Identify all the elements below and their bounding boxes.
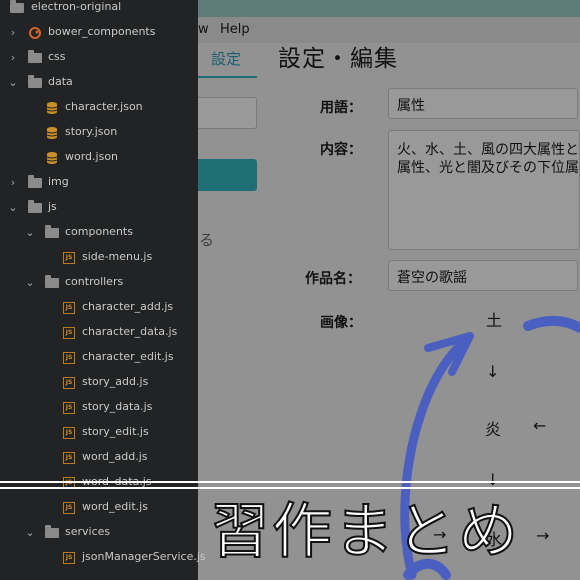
chevron-right-icon: ›: [10, 51, 16, 64]
tree-row-side-menu-js[interactable]: JS side-menu.js: [0, 246, 198, 271]
database-icon: [46, 152, 58, 164]
tree-row-story-json[interactable]: story.json: [0, 121, 198, 146]
tree-label: components: [65, 225, 133, 238]
tree-label: story.json: [65, 125, 118, 138]
js-file-icon: JS: [63, 427, 75, 439]
database-icon: [46, 102, 58, 114]
tree-label: img: [48, 175, 69, 188]
tree-label: story_add.js: [82, 375, 149, 388]
file-tree-sidebar: electron-original › bower_components › c…: [0, 0, 206, 580]
folder-open-icon: [45, 225, 59, 238]
tree-row-character-json[interactable]: character.json: [0, 96, 198, 121]
folder-open-icon: [28, 200, 42, 213]
tree-row-components[interactable]: ⌄ components: [0, 221, 198, 246]
tree-row-story-edit-js[interactable]: JS story_edit.js: [0, 421, 198, 446]
tree-row-story-add-js[interactable]: JS story_add.js: [0, 371, 198, 396]
tree-row-css[interactable]: › css: [0, 46, 198, 71]
tree-label: character.json: [65, 100, 143, 113]
divider-line: [0, 481, 580, 483]
chevron-down-icon: ⌄: [8, 76, 18, 89]
tree-row-story-data-js[interactable]: JS story_data.js: [0, 396, 198, 421]
tree-row-character-data-js[interactable]: JS character_data.js: [0, 321, 198, 346]
tree-label: jsonManagerService.js: [82, 550, 206, 563]
chevron-right-icon: ›: [10, 176, 16, 189]
tree-row-data[interactable]: ⌄ data: [0, 71, 198, 96]
tree-row-word-add-js[interactable]: JS word_add.js: [0, 446, 198, 471]
chevron-down-icon: ⌄: [8, 201, 18, 214]
js-file-icon: JS: [63, 352, 75, 364]
tree-label: bower_components: [48, 25, 156, 38]
tree-label: css: [48, 50, 66, 63]
js-file-icon: JS: [63, 402, 75, 414]
chevron-right-icon: ›: [10, 26, 16, 39]
tree-row-character-add-js[interactable]: JS character_add.js: [0, 296, 198, 321]
folder-open-icon: [28, 75, 42, 88]
js-file-icon: JS: [63, 377, 75, 389]
folder-icon: [28, 175, 42, 188]
js-file-icon: JS: [63, 252, 75, 264]
folder-icon: [10, 0, 24, 13]
folder-icon: [28, 50, 42, 63]
tree-label: character_edit.js: [82, 350, 174, 363]
tree-label: side-menu.js: [82, 250, 153, 263]
divider-line: [0, 487, 580, 489]
tree-row-services[interactable]: ⌄ services: [0, 521, 198, 546]
tree-label: story_data.js: [82, 400, 153, 413]
tree-label: data: [48, 75, 73, 88]
tree-row-bower-components[interactable]: › bower_components: [0, 21, 198, 46]
bower-icon: [29, 27, 41, 39]
tree-row-word-edit-js[interactable]: JS word_edit.js: [0, 496, 198, 521]
js-file-icon: JS: [63, 327, 75, 339]
caption-title: 習作まとめ: [209, 496, 520, 568]
tree-row-js[interactable]: ⌄ js: [0, 196, 198, 221]
js-file-icon: JS: [63, 302, 75, 314]
tree-row-root[interactable]: electron-original: [0, 0, 198, 21]
tree-row-json-manager-service-js[interactable]: JS jsonManagerService.js: [0, 546, 206, 571]
folder-open-icon: [45, 275, 59, 288]
tree-row-img[interactable]: › img: [0, 171, 198, 196]
chevron-down-icon: ⌄: [25, 526, 35, 539]
js-file-icon: JS: [63, 552, 75, 564]
chevron-down-icon: ⌄: [25, 276, 35, 289]
tree-label: controllers: [65, 275, 124, 288]
js-file-icon: JS: [63, 502, 75, 514]
chevron-down-icon: ⌄: [25, 226, 35, 239]
folder-open-icon: [45, 525, 59, 538]
tree-row-controllers[interactable]: ⌄ controllers: [0, 271, 198, 296]
tree-label: word.json: [65, 150, 119, 163]
tree-row-word-data-js[interactable]: JS word_data.js: [0, 471, 198, 496]
tree-label: character_data.js: [82, 325, 178, 338]
tree-label: character_add.js: [82, 300, 174, 313]
database-icon: [46, 127, 58, 139]
tree-label: services: [65, 525, 111, 538]
tree-label: word_edit.js: [82, 500, 148, 513]
tree-label: word_add.js: [82, 450, 148, 463]
tree-row-character-edit-js[interactable]: JS character_edit.js: [0, 346, 198, 371]
tree-label: js: [48, 200, 57, 213]
tree-row-word-json[interactable]: word.json: [0, 146, 198, 171]
tree-label: electron-original: [31, 0, 122, 13]
js-file-icon: JS: [63, 452, 75, 464]
tree-label: story_edit.js: [82, 425, 149, 438]
